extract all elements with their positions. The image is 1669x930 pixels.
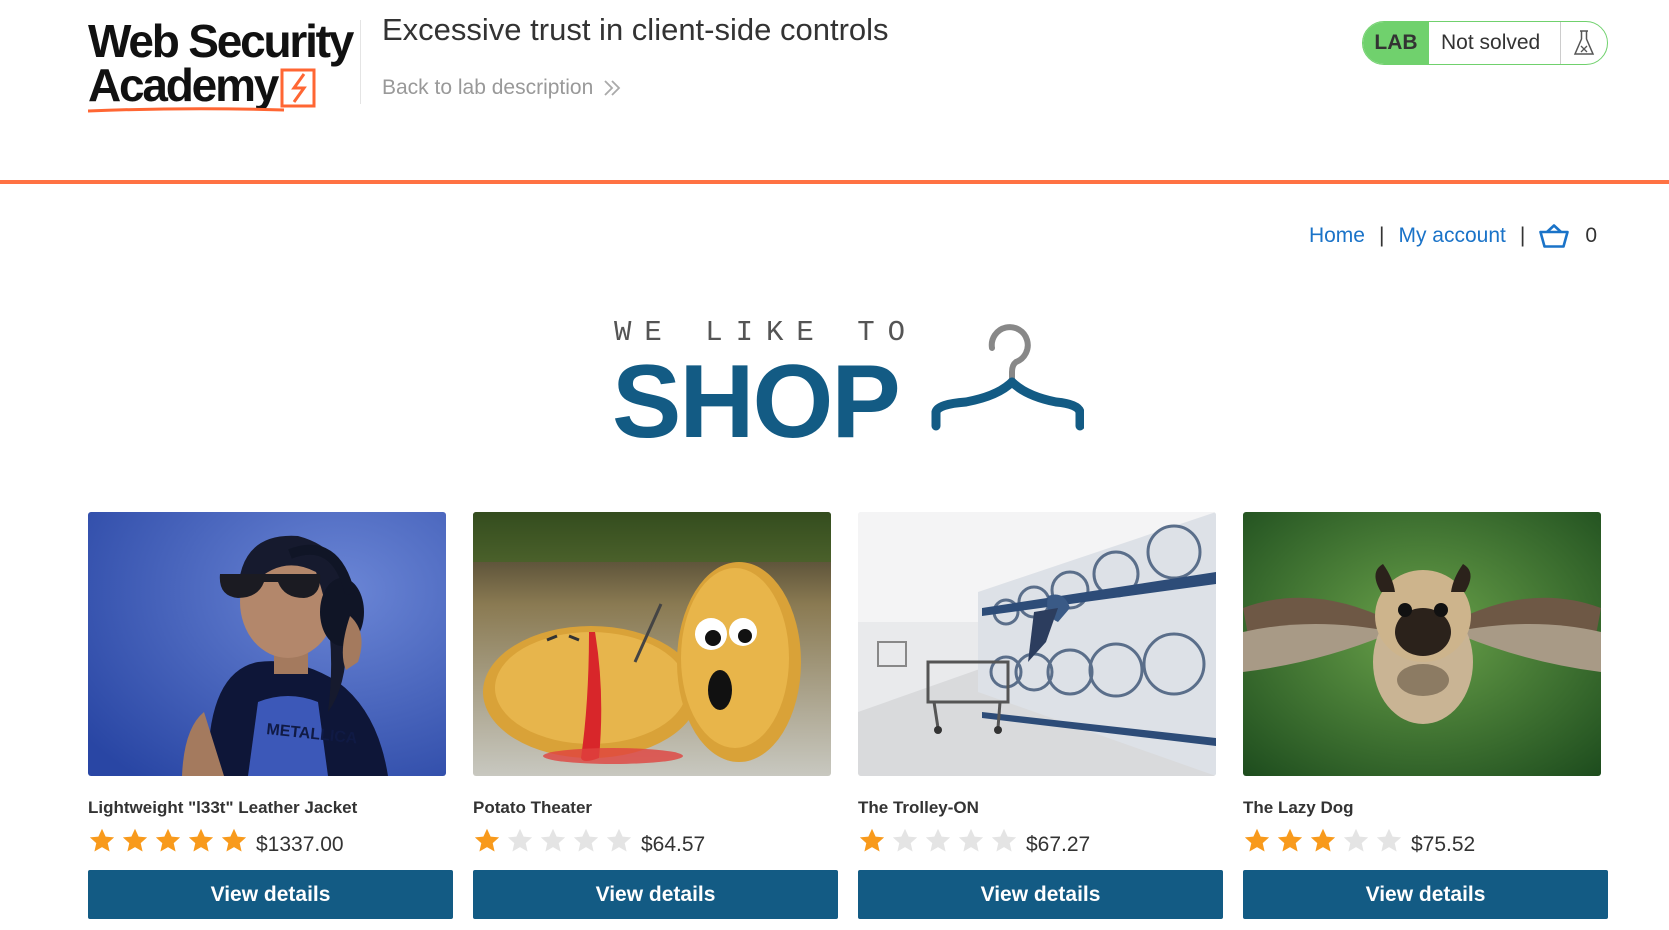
logo-bolt-icon xyxy=(280,68,316,108)
star-empty-icon xyxy=(507,828,533,852)
product-price: $64.57 xyxy=(641,833,706,856)
star-filled-icon xyxy=(859,828,885,852)
nav-separator: | xyxy=(1378,224,1385,247)
nav-separator: | xyxy=(1519,224,1526,247)
back-link-label: Back to lab description xyxy=(382,76,594,99)
lab-header: Web Security Academy Excessive trust in … xyxy=(0,0,1669,183)
star-rating xyxy=(1243,827,1403,855)
star-empty-icon xyxy=(1343,828,1369,852)
star-empty-icon xyxy=(540,828,566,852)
product-name: Potato Theater xyxy=(473,798,593,817)
star-filled-icon xyxy=(1277,828,1303,852)
product-price: $75.52 xyxy=(1411,833,1476,856)
header-orange-rule xyxy=(0,180,1669,184)
star-rating xyxy=(473,827,633,855)
logo-line-2: Academy xyxy=(88,59,279,111)
cart-count: 0 xyxy=(1585,224,1597,247)
product-rating-row: $75.52 xyxy=(1243,824,1608,858)
double-chevron-right-icon xyxy=(604,80,621,96)
lab-status-widget: LAB Not solved xyxy=(1362,21,1608,65)
product-card: The Trolley-ON $67.27 View details xyxy=(858,512,1223,919)
product-price: $67.27 xyxy=(1026,833,1091,856)
lab-title: Excessive trust in client-side controls xyxy=(382,12,889,47)
product-rating-row: $64.57 xyxy=(473,824,838,858)
star-rating xyxy=(858,827,1018,855)
nav-my-account-link[interactable]: My account xyxy=(1398,224,1505,248)
star-filled-icon xyxy=(1244,828,1270,852)
product-card: METALLICA Lightweight "l33t" Leather Jac… xyxy=(88,512,453,919)
nav-home-link[interactable]: Home xyxy=(1309,224,1365,248)
product-card: Potato Theater $64.57 View details xyxy=(473,512,838,919)
star-filled-icon xyxy=(155,828,181,852)
cart-basket-icon xyxy=(1539,224,1570,248)
product-grid: METALLICA Lightweight "l33t" Leather Jac… xyxy=(88,512,1608,922)
web-security-academy-logo[interactable]: Web Security Academy xyxy=(88,16,358,116)
product-name: The Lazy Dog xyxy=(1243,798,1354,817)
star-filled-icon xyxy=(89,828,115,852)
star-empty-icon xyxy=(1376,828,1402,852)
star-empty-icon xyxy=(991,828,1017,852)
view-details-button[interactable]: View details xyxy=(473,870,838,919)
view-details-button[interactable]: View details xyxy=(88,870,453,919)
header-divider xyxy=(360,20,361,104)
star-empty-icon xyxy=(606,828,632,852)
star-rating xyxy=(88,827,248,855)
flask-icon xyxy=(1561,22,1607,64)
product-rating-row: $1337.00 xyxy=(88,824,453,858)
back-to-lab-description-link[interactable]: Back to lab description xyxy=(382,76,621,100)
product-card: The Lazy Dog $75.52 View details xyxy=(1243,512,1608,919)
top-navigation: Home | My account | 0 xyxy=(1309,224,1597,248)
product-rating-row: $67.27 xyxy=(858,824,1223,858)
view-details-button[interactable]: View details xyxy=(858,870,1223,919)
product-name: Lightweight "l33t" Leather Jacket xyxy=(88,798,358,817)
view-details-button[interactable]: View details xyxy=(1243,870,1608,919)
star-empty-icon xyxy=(958,828,984,852)
star-filled-icon xyxy=(1310,828,1336,852)
star-empty-icon xyxy=(892,828,918,852)
star-filled-icon xyxy=(122,828,148,852)
star-filled-icon xyxy=(474,828,500,852)
cart-link[interactable]: 0 xyxy=(1539,224,1597,248)
star-empty-icon xyxy=(925,828,951,852)
product-name: The Trolley-ON xyxy=(858,798,979,817)
lab-status-text: Not solved xyxy=(1429,22,1561,64)
star-filled-icon xyxy=(221,828,247,852)
star-empty-icon xyxy=(573,828,599,852)
product-image-lazy-dog[interactable] xyxy=(1243,512,1601,776)
product-image-trolley-on[interactable] xyxy=(858,512,1216,776)
shop-banner: WE LIKE TO SHOP xyxy=(612,316,1084,454)
product-image-leather-jacket[interactable]: METALLICA xyxy=(88,512,446,776)
logo-line-1: Web Security xyxy=(88,15,354,67)
product-image-potato-theater[interactable] xyxy=(473,512,831,776)
banner-headline: SHOP xyxy=(612,344,901,460)
logo-underline xyxy=(88,107,285,113)
star-filled-icon xyxy=(188,828,214,852)
lab-badge: LAB xyxy=(1363,22,1429,64)
product-price: $1337.00 xyxy=(256,833,344,856)
coat-hanger-icon xyxy=(931,324,1084,431)
